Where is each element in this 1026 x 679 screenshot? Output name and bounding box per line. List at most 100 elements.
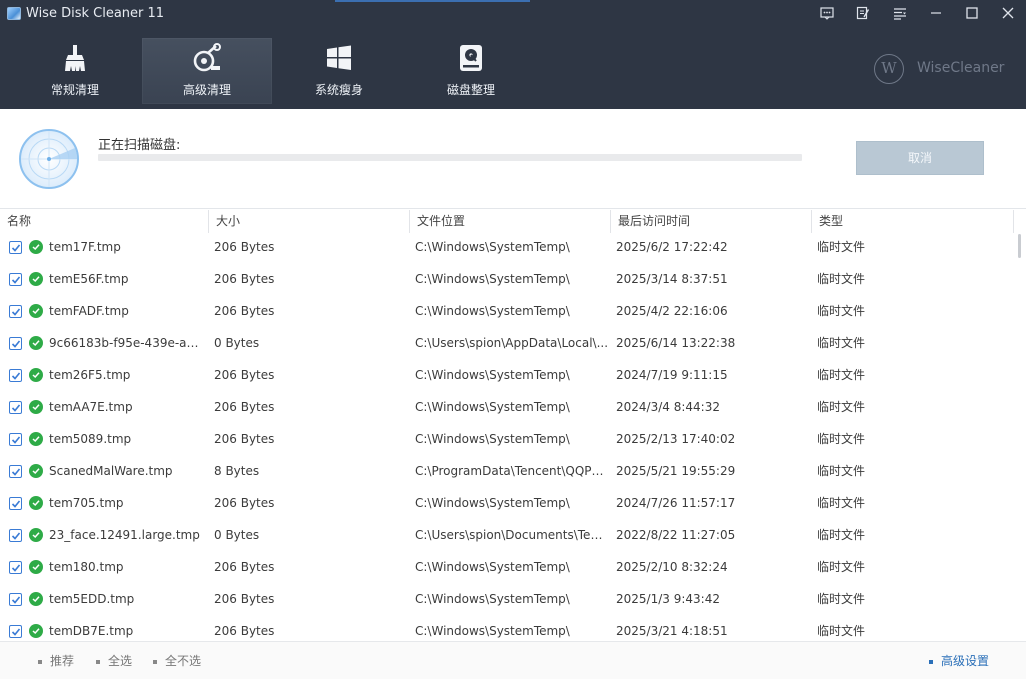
table-row[interactable]: tem17F.tmp 206 Bytes C:\Windows\SystemTe… bbox=[0, 233, 1014, 265]
menu-icon[interactable] bbox=[889, 3, 911, 23]
table-row[interactable]: tem180.tmp 206 Bytes C:\Windows\SystemTe… bbox=[0, 553, 1014, 585]
file-size: 206 Bytes bbox=[214, 560, 275, 574]
check-circle-icon bbox=[29, 624, 43, 638]
tab-label: 磁盘整理 bbox=[446, 83, 495, 97]
check-circle-icon bbox=[29, 496, 43, 510]
file-size: 206 Bytes bbox=[214, 432, 275, 446]
table-row[interactable]: temFADF.tmp 206 Bytes C:\Windows\SystemT… bbox=[0, 297, 1014, 329]
tab-advanced-clean[interactable]: 高级清理 bbox=[142, 38, 272, 104]
row-checkbox[interactable] bbox=[9, 497, 22, 510]
table-row[interactable]: 9c66183b-f95e-439e-aed... 0 Bytes C:\Use… bbox=[0, 329, 1014, 361]
tab-system-slim[interactable]: 系统瘦身 bbox=[274, 38, 404, 104]
table-row[interactable]: temAA7E.tmp 206 Bytes C:\Windows\SystemT… bbox=[0, 393, 1014, 425]
tab-disk-defrag[interactable]: 磁盘整理 bbox=[406, 38, 536, 104]
advanced-settings-link[interactable]: 高级设置 bbox=[929, 652, 989, 669]
row-checkbox[interactable] bbox=[9, 241, 22, 254]
file-location: C:\Windows\SystemTemp\ bbox=[415, 400, 570, 414]
app-icon bbox=[7, 7, 21, 20]
row-checkbox[interactable] bbox=[9, 529, 22, 542]
column-header-location[interactable]: 文件位置 bbox=[410, 210, 611, 233]
file-location: C:\Windows\SystemTemp\ bbox=[415, 592, 570, 606]
row-checkbox[interactable] bbox=[9, 401, 22, 414]
row-checkbox[interactable] bbox=[9, 593, 22, 606]
tab-label: 常规清理 bbox=[50, 83, 99, 97]
column-header-type[interactable]: 类型 bbox=[812, 210, 1014, 233]
minimize-icon[interactable] bbox=[925, 3, 947, 23]
table-row[interactable]: ScanedMalWare.tmp 8 Bytes C:\ProgramData… bbox=[0, 457, 1014, 489]
select-all-label: 全选 bbox=[108, 654, 133, 668]
file-name: tem5EDD.tmp bbox=[49, 592, 135, 606]
table-row[interactable]: temDB7E.tmp 206 Bytes C:\Windows\SystemT… bbox=[0, 617, 1014, 641]
last-accessed: 2025/2/13 17:40:02 bbox=[616, 432, 736, 446]
file-location: C:\Windows\SystemTemp\ bbox=[415, 496, 570, 510]
bullet-icon bbox=[96, 659, 100, 664]
recommend-link[interactable]: 推荐 bbox=[38, 652, 74, 669]
file-type: 临时文件 bbox=[817, 560, 866, 574]
table-row[interactable]: 23_face.12491.large.tmp 0 Bytes C:\Users… bbox=[0, 521, 1014, 553]
bullet-icon bbox=[153, 659, 157, 664]
maximize-icon[interactable] bbox=[961, 3, 983, 23]
row-checkbox[interactable] bbox=[9, 433, 22, 446]
file-location: C:\Windows\SystemTemp\ bbox=[415, 432, 570, 446]
file-type: 临时文件 bbox=[817, 240, 866, 254]
row-checkbox[interactable] bbox=[9, 465, 22, 478]
brand-name: WiseCleaner bbox=[917, 60, 1005, 76]
table-row[interactable]: tem5EDD.tmp 206 Bytes C:\Windows\SystemT… bbox=[0, 585, 1014, 617]
file-size: 206 Bytes bbox=[214, 240, 275, 254]
check-circle-icon bbox=[29, 528, 43, 542]
scan-panel: 正在扫描磁盘: 取消 bbox=[0, 109, 1026, 209]
edit-icon[interactable] bbox=[852, 3, 874, 23]
row-checkbox[interactable] bbox=[9, 625, 22, 638]
select-none-link[interactable]: 全不选 bbox=[153, 652, 201, 669]
last-accessed: 2025/4/2 22:16:06 bbox=[616, 304, 728, 318]
tab-label: 高级清理 bbox=[182, 83, 231, 97]
file-name: temDB7E.tmp bbox=[49, 624, 134, 638]
column-header-last-accessed[interactable]: 最后访问时间 bbox=[611, 210, 812, 233]
file-location: C:\Windows\SystemTemp\ bbox=[415, 240, 570, 254]
bullet-icon bbox=[38, 659, 42, 664]
check-circle-icon bbox=[29, 560, 43, 574]
file-type: 临时文件 bbox=[817, 272, 866, 286]
row-checkbox[interactable] bbox=[9, 305, 22, 318]
results-table-header: 名称 大小 文件位置 最后访问时间 类型 bbox=[0, 210, 1014, 233]
file-name: ScanedMalWare.tmp bbox=[49, 464, 173, 478]
window-title: Wise Disk Cleaner 11 bbox=[26, 6, 165, 21]
file-location: C:\Windows\SystemTemp\ bbox=[415, 368, 570, 382]
feedback-icon[interactable] bbox=[816, 3, 838, 23]
active-accent-line bbox=[335, 0, 530, 2]
file-name: tem17F.tmp bbox=[49, 240, 121, 254]
row-checkbox[interactable] bbox=[9, 337, 22, 350]
windows-icon bbox=[323, 42, 355, 74]
scrollbar-thumb[interactable] bbox=[1018, 234, 1021, 258]
file-location: C:\Users\spion\AppData\Local\... bbox=[415, 336, 609, 350]
column-header-size[interactable]: 大小 bbox=[209, 210, 410, 233]
table-row[interactable]: tem26F5.tmp 206 Bytes C:\Windows\SystemT… bbox=[0, 361, 1014, 393]
table-row[interactable]: temE56F.tmp 206 Bytes C:\Windows\SystemT… bbox=[0, 265, 1014, 297]
vertical-scrollbar[interactable] bbox=[1014, 210, 1026, 641]
row-checkbox[interactable] bbox=[9, 369, 22, 382]
tab-label: 系统瘦身 bbox=[314, 83, 363, 97]
file-name: 9c66183b-f95e-439e-aed... bbox=[49, 336, 205, 350]
file-name: tem705.tmp bbox=[49, 496, 124, 510]
cancel-button[interactable]: 取消 bbox=[856, 141, 984, 175]
file-location: C:\Windows\SystemTemp\ bbox=[415, 272, 570, 286]
file-name: tem180.tmp bbox=[49, 560, 124, 574]
top-toolbar: Wise Disk Cleaner 11 常规清理 高级清理 系统瘦身 磁盘整理… bbox=[0, 0, 1026, 109]
tab-regular-clean[interactable]: 常规清理 bbox=[10, 38, 140, 104]
column-header-name[interactable]: 名称 bbox=[0, 210, 209, 233]
table-row[interactable]: tem705.tmp 206 Bytes C:\Windows\SystemTe… bbox=[0, 489, 1014, 521]
file-type: 临时文件 bbox=[817, 496, 866, 510]
close-icon[interactable] bbox=[997, 3, 1019, 23]
row-checkbox[interactable] bbox=[9, 273, 22, 286]
select-none-label: 全不选 bbox=[165, 654, 202, 668]
file-size: 206 Bytes bbox=[214, 400, 275, 414]
select-all-link[interactable]: 全选 bbox=[96, 652, 132, 669]
file-size: 206 Bytes bbox=[214, 304, 275, 318]
table-row[interactable]: tem5089.tmp 206 Bytes C:\Windows\SystemT… bbox=[0, 425, 1014, 457]
row-checkbox[interactable] bbox=[9, 561, 22, 574]
bullet-icon bbox=[929, 659, 933, 664]
last-accessed: 2025/3/14 8:37:51 bbox=[616, 272, 728, 286]
check-circle-icon bbox=[29, 336, 43, 350]
file-size: 206 Bytes bbox=[214, 592, 275, 606]
file-size: 0 Bytes bbox=[214, 528, 260, 542]
